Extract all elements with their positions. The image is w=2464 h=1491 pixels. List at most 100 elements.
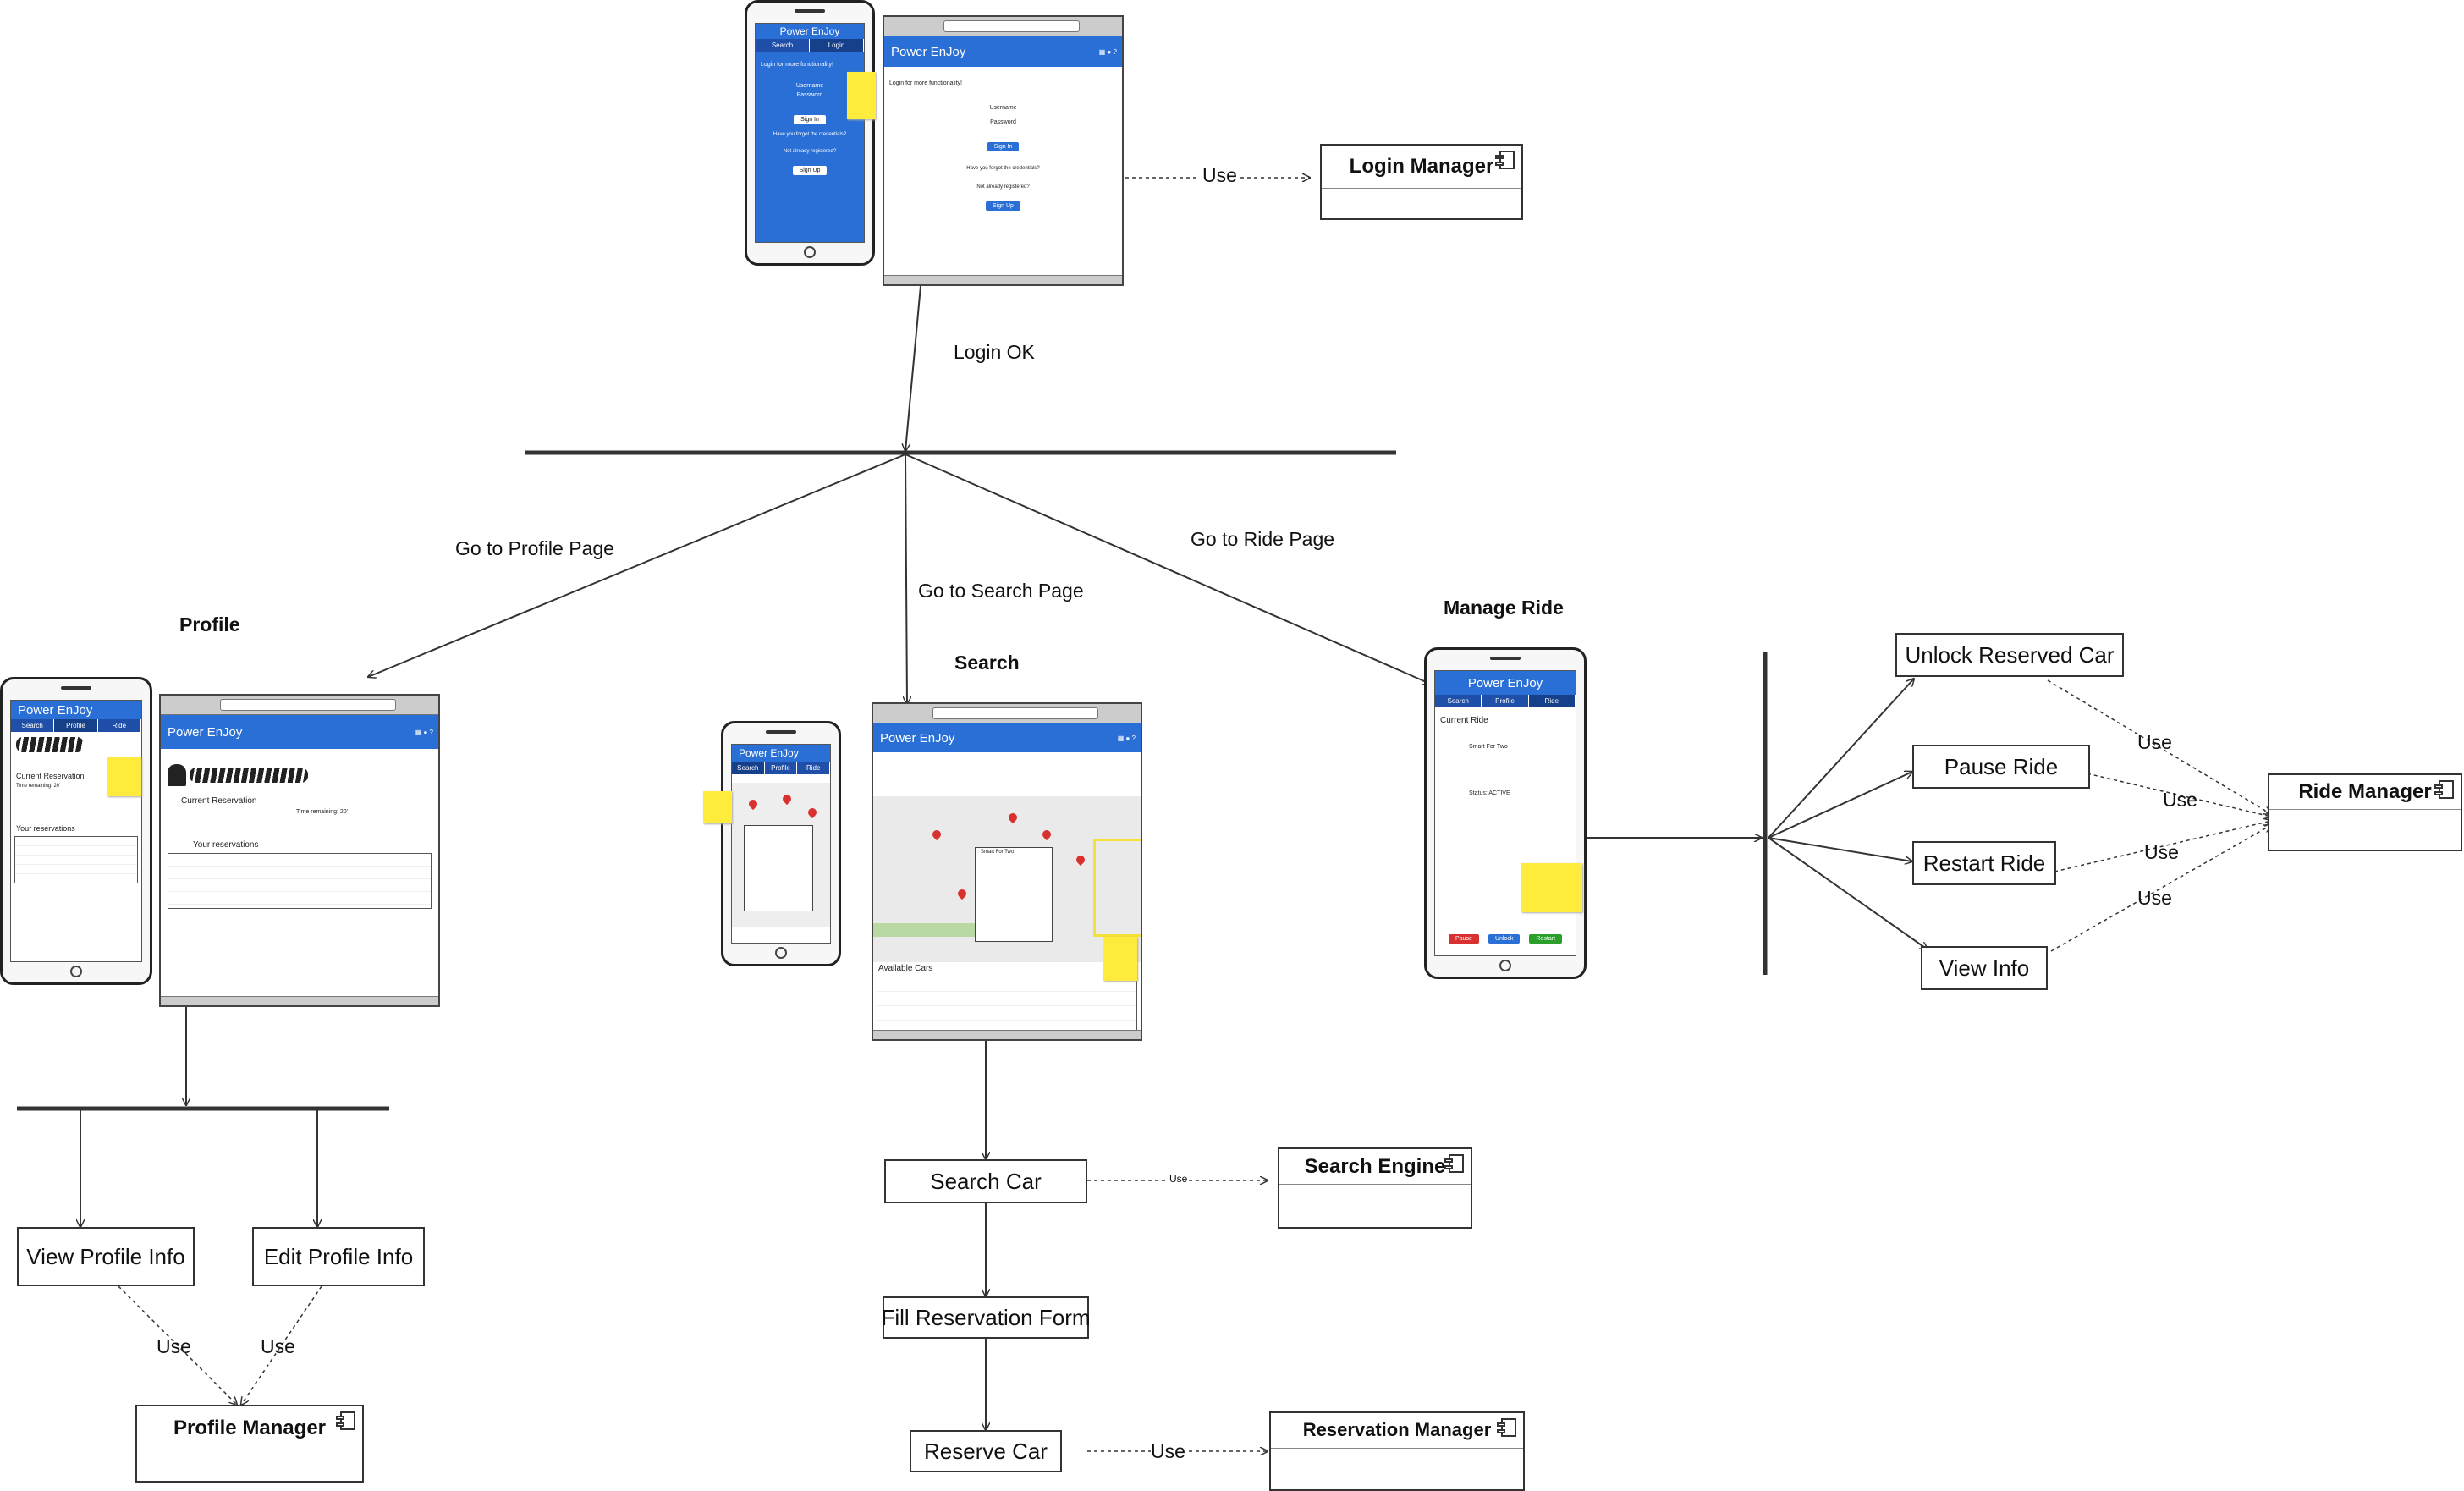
nav-icons: ▦ ● ? — [415, 728, 433, 736]
sign-up-button: Sign Up — [986, 201, 1020, 211]
tab-profile: Profile — [765, 762, 798, 774]
phone-screen: Power EnJoy Search Login Login for more … — [755, 23, 865, 243]
use-restart-label: Use — [2144, 841, 2179, 863]
restart-button: Restart — [1529, 934, 1562, 944]
reservation-manager-component: Reservation Manager — [1269, 1411, 1525, 1491]
phone-screen: Power EnJoy Search Profile Ride Current … — [1434, 670, 1576, 956]
phone-home-button — [804, 246, 816, 258]
search-phone-mockup: Power EnJoy Search Profile Ride — [703, 721, 841, 966]
fill-reservation-form-box: Fill Reservation Form — [881, 1296, 1091, 1339]
current-ride-label: Current Ride — [1440, 716, 1488, 725]
phone-home-button — [70, 966, 82, 977]
your-reservations-label: Your reservations — [193, 840, 259, 850]
login-manager-label: Login Manager — [1322, 146, 1521, 189]
ride-controls: Pause Unlock Restart — [1449, 934, 1562, 944]
car-pin-icon — [1006, 811, 1020, 824]
nav-icons: ▦ ● ? — [1117, 734, 1136, 742]
unlock-button: Unlock — [1488, 934, 1521, 944]
use-view-info-label: Use — [2137, 887, 2172, 909]
car-pin-icon — [1074, 853, 1087, 867]
sign-in-button: Sign In — [987, 142, 1020, 151]
go-search-label: Go to Search Page — [918, 580, 1084, 602]
tab-login: Login — [810, 39, 864, 52]
app-title: Power EnJoy — [880, 730, 955, 746]
sticky-note — [847, 72, 876, 119]
nav-icons: ▦ ● ? — [1098, 47, 1117, 56]
ride-manager-label: Ride Manager — [2269, 775, 2461, 810]
tab-search: Search — [1435, 695, 1482, 707]
current-reservation-label: Current Reservation — [181, 796, 257, 806]
forgot-text: Have you forgot the credentials? — [773, 132, 847, 137]
nav-tabs: Search Login — [756, 39, 864, 52]
browser-app-bar: Power EnJoy ▦ ● ? — [873, 723, 1141, 752]
go-profile-label: Go to Profile Page — [455, 537, 614, 559]
search-map: Smart For Two — [873, 796, 1141, 962]
nav-tabs: Search Profile Ride — [11, 719, 141, 732]
login-ok-label: Login OK — [954, 341, 1035, 363]
app-title: Power EnJoy — [11, 701, 141, 719]
phone-home-button — [1499, 960, 1511, 971]
nav-tabs: Search Profile Ride — [1435, 695, 1576, 707]
search-engine-component: Search Engine — [1278, 1147, 1472, 1229]
reservations-table — [168, 853, 432, 909]
edit-profile-info-box: Edit Profile Info — [252, 1227, 425, 1286]
use-unlock-label: Use — [2137, 731, 2172, 753]
username-scribble — [16, 737, 84, 752]
tab-ride: Ride — [1528, 695, 1576, 707]
username-label: Username — [989, 105, 1017, 111]
restart-ride-box: Restart Ride — [1912, 841, 2056, 885]
reserve-car-box: Reserve Car — [910, 1430, 1062, 1472]
car-pin-icon — [1040, 828, 1053, 841]
phone-screen: Power EnJoy Search Profile Ride Current … — [10, 700, 142, 962]
tab-profile: Profile — [1482, 695, 1529, 707]
car-popup — [744, 825, 813, 911]
not-registered-text: Not already registered? — [783, 149, 837, 154]
sticky-note — [1521, 863, 1582, 912]
car-name: Smart For Two — [981, 850, 1015, 855]
profile-browser-mockup: Power EnJoy ▦ ● ? Current Reservation Ti… — [159, 694, 440, 1007]
car-pin-icon — [780, 792, 794, 806]
url-field — [220, 699, 396, 711]
phone-speaker — [795, 9, 825, 13]
go-ride-label: Go to Ride Page — [1191, 528, 1335, 550]
login-prompt: Login for more functionality! — [889, 80, 962, 86]
login-prompt: Login for more functionality! — [761, 62, 833, 68]
phone-speaker — [766, 730, 796, 734]
browser-bar — [161, 696, 438, 715]
pause-button: Pause — [1449, 934, 1479, 944]
sticky-note — [703, 791, 732, 823]
component-icon — [2434, 780, 2454, 799]
browser-bar — [873, 704, 1141, 723]
nav-tabs: Search Profile Ride — [732, 762, 830, 774]
not-registered-text: Not already registered? — [976, 184, 1030, 190]
profile-manager-label: Profile Manager — [137, 1406, 362, 1451]
car-pin-icon — [746, 797, 760, 811]
available-cars-label: Available Cars — [878, 964, 933, 973]
search-title: Search — [954, 652, 1020, 674]
unlock-reserved-car-box: Unlock Reserved Car — [1895, 633, 2124, 677]
car-popup: Smart For Two — [975, 847, 1053, 942]
forgot-text: Have you forgot the credentials? — [966, 166, 1040, 171]
available-cars-table — [877, 977, 1137, 1037]
profile-phone-mockup: Power EnJoy Search Profile Ride Current … — [0, 677, 152, 985]
tab-search: Search — [11, 719, 55, 732]
tab-search: Search — [732, 762, 765, 774]
browser-footer — [873, 1030, 1141, 1039]
use-edit-profile-label: Use — [261, 1335, 295, 1357]
use-reservation-label: Use — [1151, 1440, 1185, 1463]
tab-profile: Profile — [54, 719, 98, 732]
url-field — [943, 20, 1080, 32]
tab-ride: Ride — [98, 719, 141, 732]
car-name: Smart For Two — [1469, 744, 1508, 750]
zone-outline — [1093, 839, 1141, 937]
sticky-note — [107, 757, 141, 796]
phone-home-button — [775, 947, 787, 959]
phone-speaker — [61, 686, 91, 690]
diagram-canvas: Use Login OK Go to Profile Page Go to Se… — [0, 0, 2464, 1491]
profile-title: Profile — [179, 613, 240, 635]
profile-manager-component: Profile Manager — [135, 1405, 364, 1483]
avatar-icon — [168, 764, 186, 786]
tab-ride: Ride — [797, 762, 830, 774]
sign-in-button: Sign In — [794, 115, 826, 124]
app-title: Power EnJoy — [168, 724, 243, 740]
